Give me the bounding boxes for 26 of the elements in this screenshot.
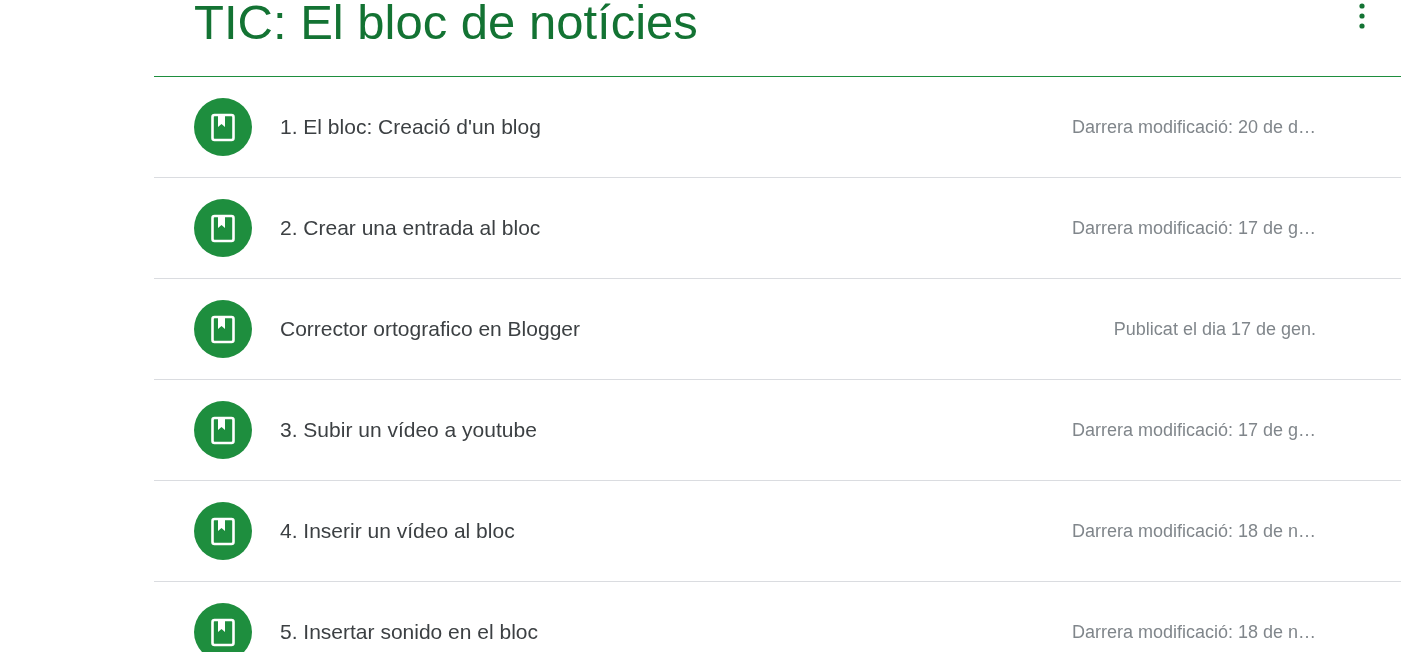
more-options-icon[interactable] bbox=[1359, 3, 1365, 29]
bookmark-icon bbox=[194, 502, 252, 560]
date-text: Darrera modificació: 18 de n… bbox=[1070, 621, 1316, 643]
material-title: 4. Inserir un vídeo al bloc bbox=[280, 519, 516, 543]
material-title: 3. Subir un vídeo a youtube bbox=[280, 418, 538, 442]
material-row[interactable]: 1. El bloc: Creació d'un blog Darrera modificació: 20 de d… bbox=[154, 77, 1401, 178]
bookmark-icon bbox=[194, 199, 252, 257]
bookmark-icon bbox=[194, 300, 252, 358]
date-text: Darrera modificació: 17 de g… bbox=[1070, 217, 1316, 239]
material-row[interactable]: 5. Insertar sonido en el bloc Darrera modificació: 18 de n… bbox=[154, 582, 1401, 652]
material-row[interactable]: 4. Inserir un vídeo al bloc Darrera modificació: 18 de n… bbox=[154, 481, 1401, 582]
material-title: Corrector ortografico en Blogger bbox=[280, 317, 581, 341]
material-title: 5. Insertar sonido en el bloc bbox=[280, 620, 539, 644]
topic-title: TIC: El bloc de notícies bbox=[194, 0, 698, 50]
date-text: Publicat el dia 17 de gen. bbox=[1112, 318, 1316, 340]
date-text: Darrera modificació: 20 de d… bbox=[1070, 116, 1316, 138]
material-row[interactable]: 3. Subir un vídeo a youtube Darrera modificació: 17 de g… bbox=[154, 380, 1401, 481]
material-row[interactable]: Corrector ortografico en Blogger Publicat el dia 17 de gen. bbox=[154, 279, 1401, 380]
date-text: Darrera modificació: 17 de g… bbox=[1070, 419, 1316, 441]
bookmark-icon bbox=[194, 401, 252, 459]
bookmark-icon bbox=[194, 603, 252, 652]
date-text: Darrera modificació: 18 de n… bbox=[1070, 520, 1316, 542]
bookmark-icon bbox=[194, 98, 252, 156]
material-title: 1. El bloc: Creació d'un blog bbox=[280, 115, 542, 139]
material-title: 2. Crear una entrada al bloc bbox=[280, 216, 542, 240]
material-row[interactable]: 2. Crear una entrada al bloc Darrera modificació: 17 de g… bbox=[154, 178, 1401, 279]
